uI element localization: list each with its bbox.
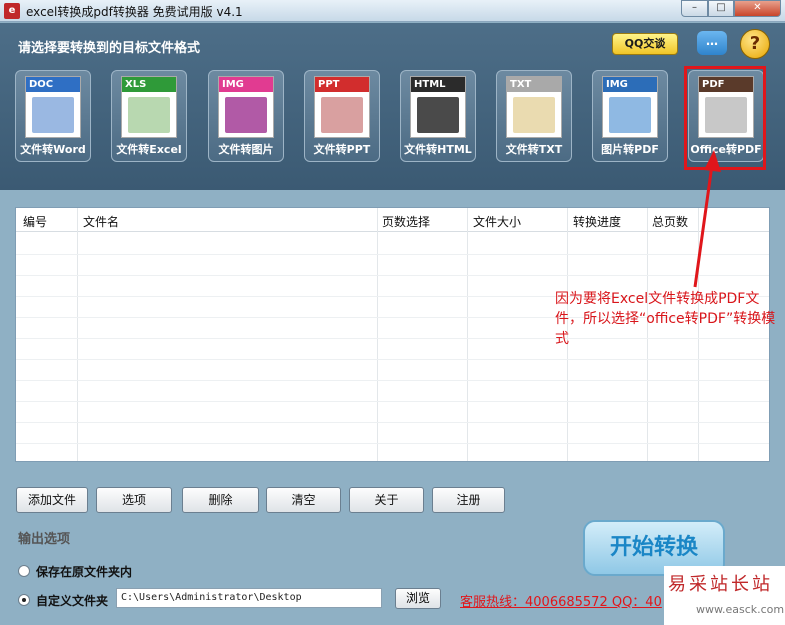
clear-button[interactable]: 清空 xyxy=(266,487,341,513)
watermark-url: www.easck.com xyxy=(696,603,785,616)
about-button[interactable]: 关于 xyxy=(349,487,424,513)
custom-folder-label[interactable]: 自定义文件夹 xyxy=(36,592,108,609)
output-path-field[interactable]: C:\Users\Administrator\Desktop xyxy=(116,588,382,608)
site-watermark: 易采站长站 www.easck.com xyxy=(664,566,785,625)
support-hotline-link[interactable]: 客服热线：4006685572 QQ：40 xyxy=(460,591,662,610)
browse-button[interactable]: 浏览 xyxy=(395,588,441,609)
save-original-radio[interactable] xyxy=(18,565,30,577)
delete-button[interactable]: 删除 xyxy=(182,487,259,513)
output-options-label: 输出选项 xyxy=(18,532,71,547)
add-file-button[interactable]: 添加文件 xyxy=(16,487,88,513)
watermark-text: 易采站长站 xyxy=(668,574,773,595)
custom-folder-radio[interactable] xyxy=(18,594,30,606)
save-original-label[interactable]: 保存在原文件夹内 xyxy=(36,563,132,580)
options-button[interactable]: 选项 xyxy=(96,487,172,513)
register-button[interactable]: 注册 xyxy=(432,487,505,513)
annotation-text: 因为要将Excel文件转换成PDF文件，所以选择“office转PDF”转换模式 xyxy=(555,291,776,347)
